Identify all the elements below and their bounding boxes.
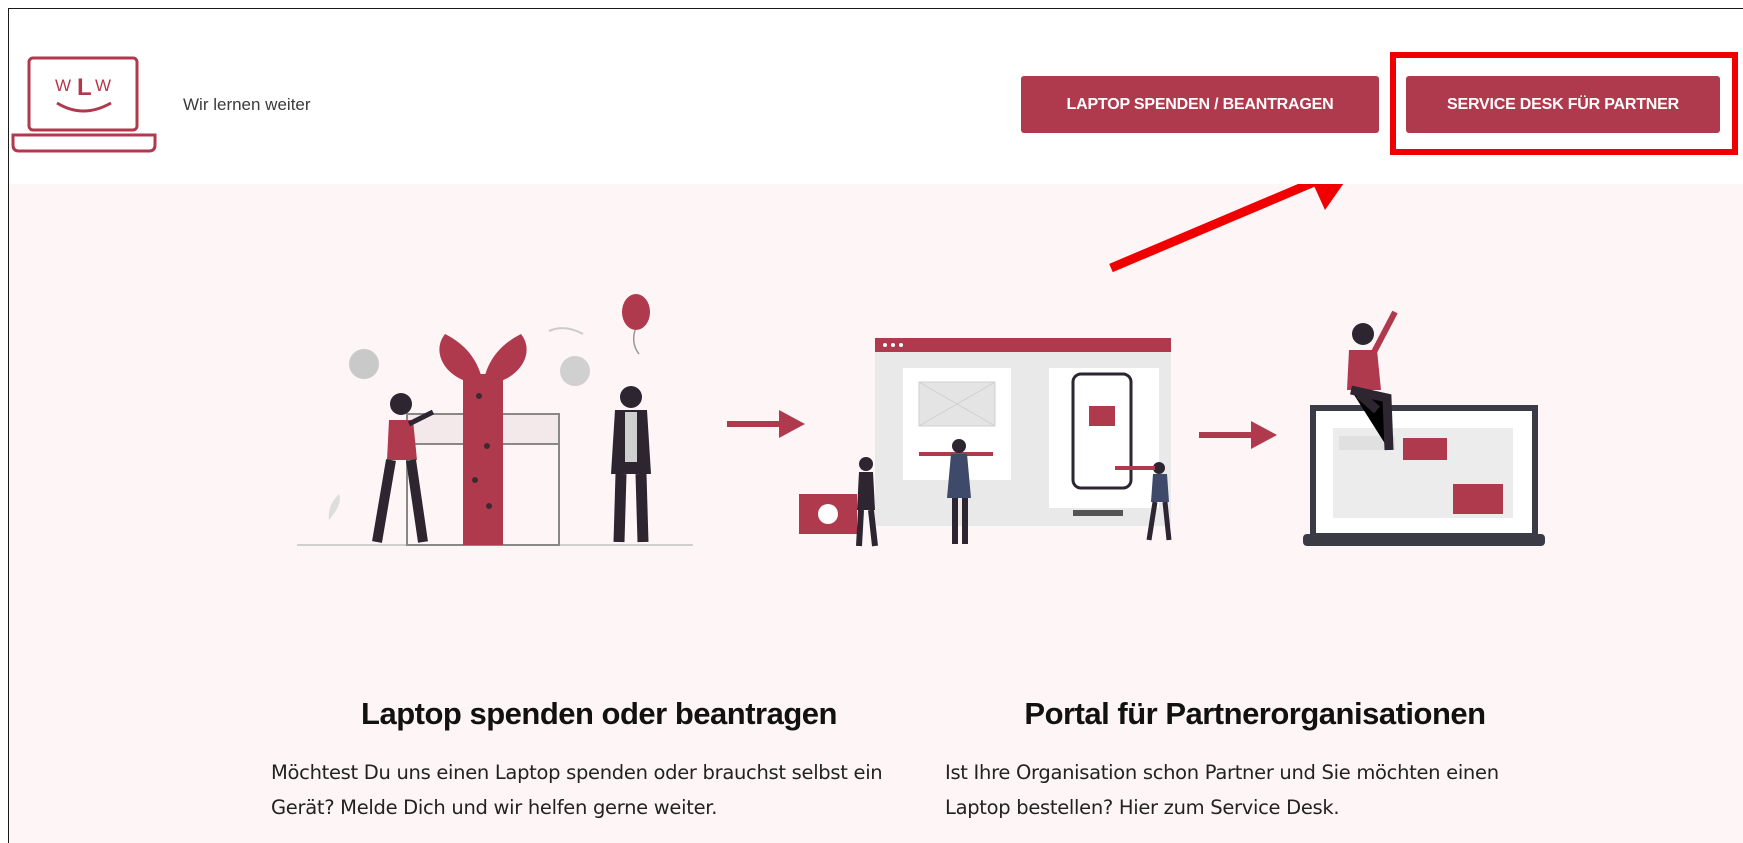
portal-illustration xyxy=(799,338,1172,547)
laptop-donate-request-button[interactable]: LAPTOP SPENDEN / BEANTRAGEN xyxy=(1021,76,1379,133)
svg-text:W: W xyxy=(95,76,111,95)
arrow-right-icon xyxy=(727,410,805,438)
annotation-arrow-icon xyxy=(1109,184,1344,273)
arrow-right-icon xyxy=(1199,421,1277,449)
gift-illustration xyxy=(297,294,693,546)
partner-section-title: Portal für Partnerorganisationen xyxy=(1024,696,1486,731)
process-illustration xyxy=(297,184,1545,547)
browser-viewport: W L W Wir lernen weiter LAPTOP SPENDEN /… xyxy=(8,8,1743,843)
donate-section-title: Laptop spenden oder beantragen xyxy=(361,696,837,731)
annotation-highlight-box xyxy=(1390,52,1738,155)
svg-text:W: W xyxy=(55,76,71,95)
site-header: W L W Wir lernen weiter LAPTOP SPENDEN /… xyxy=(9,9,1743,184)
partner-section-text: Ist Ihre Organisation schon Partner und … xyxy=(945,761,1499,819)
svg-text:L: L xyxy=(77,74,92,101)
laptop-user-illustration xyxy=(1303,310,1545,546)
donate-section-text: Möchtest Du uns einen Laptop spenden ode… xyxy=(271,761,883,819)
hero-section: Laptop spenden oder beantragen Möchtest … xyxy=(9,184,1743,843)
brand-name[interactable]: Wir lernen weiter xyxy=(183,95,311,115)
logo-laptop-icon[interactable]: W L W xyxy=(11,55,157,155)
